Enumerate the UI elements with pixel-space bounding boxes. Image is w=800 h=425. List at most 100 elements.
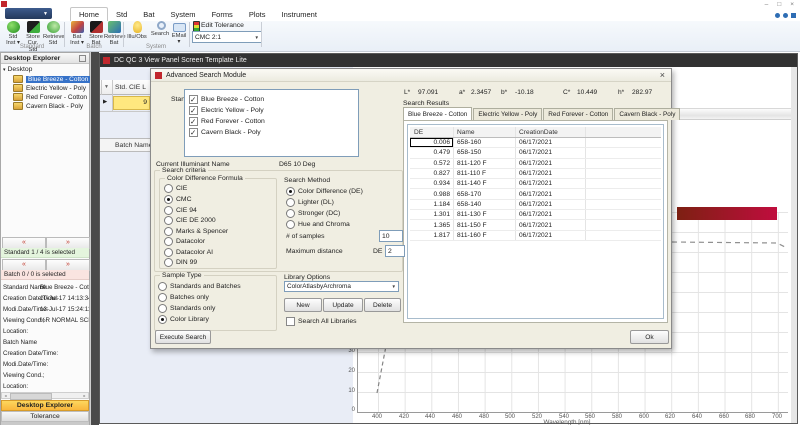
email-button[interactable]: EMail▾ (169, 21, 189, 46)
tab-forms[interactable]: Forms (204, 8, 241, 22)
tab-instrument[interactable]: Instrument (274, 8, 325, 22)
radio-datacolor[interactable]: Datacolor (164, 237, 205, 246)
result-row[interactable]: 0.827811-110 F06/17/2021 (410, 169, 661, 179)
retrieve-bat-button[interactable]: RetrieveBat (104, 21, 124, 47)
search-all-libraries-checkbox[interactable]: Search All Libraries (286, 317, 357, 326)
standard-check-red-forever[interactable]: Red Forever - Cotton (189, 117, 265, 126)
store-bat-button[interactable]: StoreBat (86, 21, 106, 47)
new-button[interactable]: New (284, 298, 322, 312)
panel-icon[interactable] (791, 13, 796, 18)
radio-datacolor-ai[interactable]: Datacolor AI (164, 248, 213, 257)
tree-item-electric-yellow[interactable]: Electric Yellow - Poly (13, 84, 86, 92)
result-tab-cavern-black[interactable]: Cavern Black - Poly (614, 108, 680, 120)
tab-bat[interactable]: Bat (135, 8, 162, 22)
tolerance-select[interactable]: CMC 2:1 ▼ (192, 31, 262, 43)
tree-item-blue-breeze[interactable]: Blue Breeze - Cotton (13, 75, 90, 83)
delete-button[interactable]: Delete (364, 298, 401, 312)
distance-unit-label: DE (373, 248, 382, 255)
radio-color-difference[interactable]: Color Difference (DE) (286, 187, 363, 196)
distance-input[interactable]: 2 (385, 245, 405, 257)
help-icon[interactable] (775, 13, 780, 18)
detail-row: Creation Date/Time: (3, 348, 89, 359)
result-row[interactable]: 0.479658-15006/17/2021 (410, 148, 661, 158)
library-select[interactable]: ColorAtlasbyArchroma ▼ (284, 281, 399, 292)
tab-system[interactable]: System (163, 8, 204, 22)
grid-selected-cell[interactable]: 9 (113, 96, 150, 110)
radio-standards-batches[interactable]: Standards and Batches (158, 282, 241, 291)
grid-column-header[interactable]: Std. CIE L (115, 84, 146, 91)
radio-hue-chroma[interactable]: Hue and Chroma (286, 220, 350, 229)
filter-icon[interactable]: ▼ (104, 84, 109, 90)
radio-stronger[interactable]: Stronger (DC) (286, 209, 340, 218)
radio-ciede2000[interactable]: CIE DE 2000 (164, 216, 216, 225)
bat-inst-button[interactable]: BatInst ▾ (67, 21, 87, 47)
std-inst-button[interactable]: StdInst ▾ (3, 21, 23, 47)
illu-obs-button[interactable]: Illu/Obs (126, 21, 148, 40)
y-tick: 20 (343, 368, 355, 374)
result-tab-blue-breeze[interactable]: Blue Breeze - Cotton (403, 107, 472, 120)
minimize-button[interactable]: – (765, 1, 769, 8)
radio-cie[interactable]: CIE (164, 184, 187, 193)
radio-din99[interactable]: DIN 99 (164, 258, 197, 267)
radio-batches-only[interactable]: Batches only (158, 293, 209, 302)
result-row[interactable]: 1.817811-160 F06/17/2021 (410, 231, 661, 241)
maximize-button[interactable]: □ (777, 1, 781, 8)
standard-check-blue-breeze[interactable]: Blue Breeze - Cotton (189, 95, 264, 104)
radio-lighter[interactable]: Lighter (DL) (286, 198, 334, 207)
group-label-batch: Batch (65, 44, 123, 50)
tab-home[interactable]: Home (70, 7, 108, 22)
radio-icon (286, 198, 295, 207)
scroll-right-icon[interactable]: ▸ (81, 393, 88, 398)
standard-check-electric-yellow[interactable]: Electric Yellow - Poly (189, 106, 264, 115)
illuminant-observer-icon (133, 21, 142, 33)
result-tab-electric-yellow[interactable]: Electric Yellow - Poly (473, 108, 542, 120)
radio-standards-only[interactable]: Standards only (158, 304, 215, 313)
radio-cie94[interactable]: CIE 94 (164, 206, 197, 215)
distance-label: Maximum distance (286, 248, 343, 255)
result-row[interactable]: 0.934811-140 F06/17/2021 (410, 179, 661, 189)
result-row[interactable]: 0.006658-16006/17/2021 (410, 138, 661, 148)
search-button[interactable]: Search (150, 21, 170, 37)
retrieve-std-button[interactable]: RetrieveStd (43, 21, 63, 47)
x-tick: 480 (476, 414, 492, 420)
document-titlebar[interactable]: DC QC 3 View Panel Screen Template Lite (100, 54, 797, 67)
app-menu-button[interactable]: ▼ (5, 8, 52, 19)
result-row[interactable]: 1.184658-14006/17/2021 (410, 200, 661, 210)
tab-plots[interactable]: Plots (241, 8, 274, 22)
checkbox-icon (286, 317, 295, 326)
panel-tab-tolerance[interactable]: Tolerance (1, 411, 89, 422)
result-row[interactable]: 0.988658-17006/17/2021 (410, 189, 661, 199)
update-button[interactable]: Update (323, 298, 363, 312)
standard-listbox[interactable]: Blue Breeze - Cotton Electric Yellow - P… (184, 89, 359, 157)
tree-item-red-forever[interactable]: Red Forever - Cotton (13, 93, 87, 101)
expander-icon[interactable]: ▾ (3, 67, 6, 73)
results-table-header[interactable]: DE Name CreationDate (410, 127, 661, 138)
scroll-left-icon[interactable]: ◂ (2, 393, 9, 398)
results-panel: DE Name CreationDate 0.006658-16006/17/2… (403, 120, 668, 323)
dialog-titlebar[interactable]: Advanced Search Module (151, 69, 671, 82)
radio-marks-spencer[interactable]: Marks & Spencer (164, 227, 228, 236)
pin-icon[interactable] (79, 55, 86, 62)
tab-std[interactable]: Std (108, 8, 135, 22)
tree-item-cavern-black[interactable]: Cavern Black - Poly (13, 102, 83, 110)
result-row[interactable]: 0.572811-120 F06/17/2021 (410, 159, 661, 169)
radio-color-library[interactable]: Color Library (158, 315, 209, 324)
result-row[interactable]: 1.301811-130 F06/17/2021 (410, 210, 661, 220)
result-tab-red-forever[interactable]: Red Forever - Cotton (543, 108, 613, 120)
sidebar-scrollbar[interactable]: ◂ ▸ (1, 392, 89, 399)
panel-tab-desktop-explorer[interactable]: Desktop Explorer (1, 400, 89, 411)
info-icon[interactable] (783, 13, 788, 18)
tree-root[interactable]: ▾ Desktop (3, 66, 32, 73)
result-row[interactable]: 1.365811-150 F06/17/2021 (410, 220, 661, 230)
execute-search-button[interactable]: Execute Search (155, 330, 211, 344)
scroll-thumb[interactable] (10, 393, 52, 400)
search-method-label: Search Method (284, 177, 330, 184)
radio-icon (158, 304, 167, 313)
samples-input[interactable]: 10 (379, 230, 403, 242)
dialog-close-button[interactable]: × (660, 70, 665, 80)
close-button[interactable]: × (790, 1, 794, 8)
radio-cmc[interactable]: CMC (164, 195, 191, 204)
splitter[interactable] (90, 52, 99, 425)
standard-check-cavern-black[interactable]: Cavern Black - Poly (189, 128, 261, 137)
ok-button[interactable]: Ok (630, 330, 669, 344)
